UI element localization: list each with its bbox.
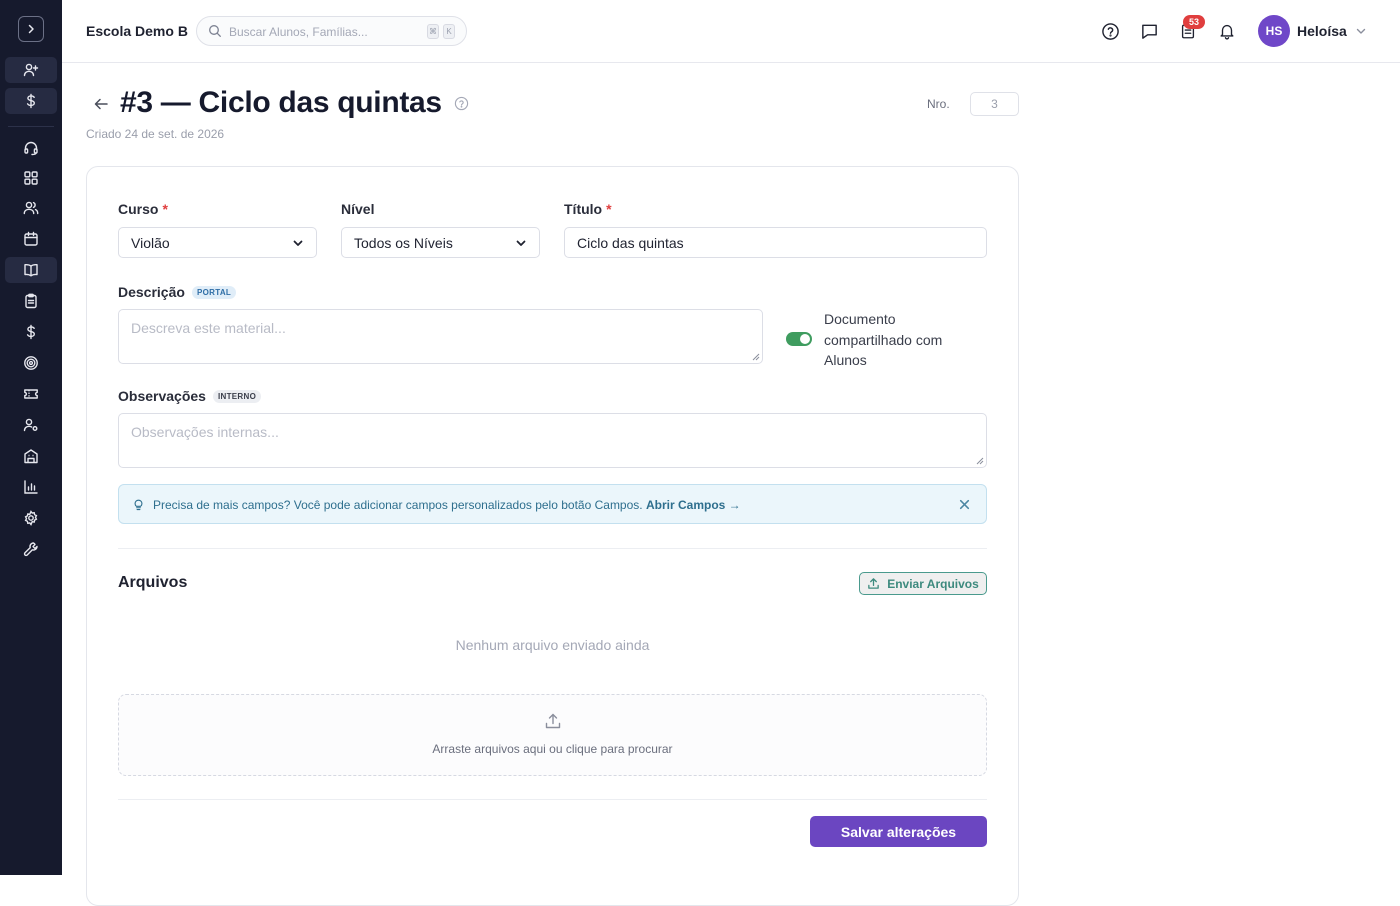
sidebar-item-materials[interactable] (5, 257, 57, 283)
notifications-button[interactable] (1217, 21, 1237, 41)
tasks-badge: 53 (1183, 15, 1205, 29)
upload-files-button[interactable]: Enviar Arquivos (859, 572, 987, 595)
user-name[interactable]: Heloísa (1297, 23, 1347, 39)
descricao-placeholder: Descreva este material... (131, 320, 286, 336)
search-input[interactable]: Buscar Alunos, Famílias... ⌘ K (196, 16, 467, 46)
sidebar-item-events[interactable] (5, 381, 57, 407)
portal-tag: PORTAL (192, 286, 237, 299)
sidebar-divider (8, 126, 54, 127)
sidebar-item-support[interactable] (5, 135, 57, 161)
nivel-select[interactable]: Todos os Níveis (341, 227, 540, 258)
titulo-input[interactable]: Ciclo das quintas (564, 227, 987, 258)
calendar-icon (24, 231, 38, 246)
chevron-right-icon (28, 24, 34, 34)
school-name[interactable]: Escola Demo B (86, 23, 188, 39)
chevron-down-icon (293, 240, 303, 246)
upload-files-label: Enviar Arquivos (887, 576, 979, 591)
chevron-down-icon[interactable] (1355, 25, 1367, 37)
curso-select[interactable]: Violão (118, 227, 317, 258)
custom-fields-info-banner: Precisa de mais campos? Você pode adicio… (118, 484, 987, 524)
top-bar: Escola Demo B Buscar Alunos, Famílias...… (62, 0, 1400, 63)
page-title: #3 — Ciclo das quintas (120, 86, 442, 119)
nivel-value: Todos os Níveis (354, 235, 453, 251)
user-cog-icon (23, 418, 38, 432)
avatar[interactable]: HS (1258, 15, 1290, 47)
chat-icon (1141, 24, 1157, 39)
sidebar-item-reports[interactable] (5, 474, 57, 500)
sidebar-item-finance[interactable] (5, 319, 57, 345)
user-plus-icon (23, 63, 39, 77)
messages-button[interactable] (1139, 21, 1159, 41)
book-icon (24, 263, 38, 277)
save-changes-button[interactable]: Salvar alterações (810, 816, 987, 847)
sidebar-item-settings[interactable] (5, 505, 57, 531)
search-shortcut-key-cmd: ⌘ (427, 24, 439, 39)
sidebar-item-tools[interactable] (5, 536, 57, 562)
nivel-label: Nível (341, 201, 375, 217)
share-with-students-toggle[interactable] (786, 332, 812, 346)
help-circle-icon (1101, 22, 1119, 40)
created-date: Criado 24 de set. de 2026 (86, 127, 225, 141)
target-icon (24, 356, 38, 370)
sidebar (0, 0, 62, 875)
sidebar-item-goals[interactable] (5, 350, 57, 376)
nro-label: Nro. (927, 97, 950, 111)
dropzone-text: Arraste arquivos aqui ou clique para pro… (432, 742, 673, 756)
bell-icon (1220, 24, 1234, 40)
sidebar-item-finance-quick[interactable] (5, 88, 57, 114)
search-shortcut-key-k: K (443, 24, 455, 39)
upload-icon (868, 578, 879, 589)
files-section-title: Arquivos (118, 574, 188, 591)
clipboard-icon (25, 293, 37, 309)
section-divider (118, 799, 987, 800)
sidebar-item-dashboard[interactable] (5, 165, 57, 191)
resize-grip-icon[interactable] (976, 457, 984, 465)
help-circle-icon[interactable] (454, 96, 469, 111)
dollar-icon (26, 324, 36, 340)
nro-input[interactable]: 3 (970, 92, 1019, 116)
users-icon (23, 201, 39, 215)
observacoes-textarea[interactable]: Observações internas... (118, 413, 987, 468)
search-placeholder: Buscar Alunos, Famílias... (229, 25, 368, 39)
files-empty-state: Nenhum arquivo enviado ainda (455, 637, 650, 653)
curso-label: Curso * (118, 201, 168, 217)
bar-chart-icon (24, 480, 38, 494)
building-icon (24, 449, 38, 464)
sidebar-item-school[interactable] (5, 443, 57, 469)
sidebar-item-calendar[interactable] (5, 226, 57, 252)
descricao-label: Descrição (118, 284, 185, 300)
close-icon[interactable] (958, 498, 971, 511)
dollar-icon (26, 93, 36, 109)
sidebar-item-add-user[interactable] (5, 57, 57, 83)
wrench-icon (23, 542, 38, 557)
sidebar-item-people[interactable] (5, 195, 57, 221)
upload-icon (545, 713, 561, 729)
lightbulb-icon (134, 499, 143, 511)
descricao-textarea[interactable]: Descreva este material... (118, 309, 763, 364)
back-arrow-icon[interactable] (92, 95, 110, 113)
titulo-label: Título * (564, 201, 612, 217)
section-divider (118, 548, 987, 549)
share-with-students-label: Documento compartilhado com Alunos (824, 311, 943, 368)
chevron-down-icon (516, 240, 526, 246)
info-message: Precisa de mais campos? Você pode adicio… (153, 498, 741, 512)
observacoes-label: Observações (118, 388, 206, 404)
sidebar-expand-button[interactable] (18, 16, 44, 42)
sidebar-item-tasks[interactable] (5, 288, 57, 314)
help-button[interactable] (1100, 21, 1120, 41)
headset-icon (24, 141, 38, 156)
material-form-card (86, 166, 1019, 906)
ticket-icon (24, 389, 38, 399)
sidebar-item-staff[interactable] (5, 412, 57, 438)
file-dropzone[interactable]: Arraste arquivos aqui ou clique para pro… (118, 694, 987, 776)
observacoes-placeholder: Observações internas... (131, 424, 279, 440)
gear-icon (24, 510, 38, 526)
interno-tag: INTERNO (213, 390, 262, 403)
open-fields-link[interactable]: Abrir Campos → (646, 498, 741, 512)
resize-grip-icon[interactable] (752, 353, 760, 361)
curso-value: Violão (131, 235, 170, 251)
grid-icon (24, 171, 38, 185)
search-icon (209, 25, 221, 37)
